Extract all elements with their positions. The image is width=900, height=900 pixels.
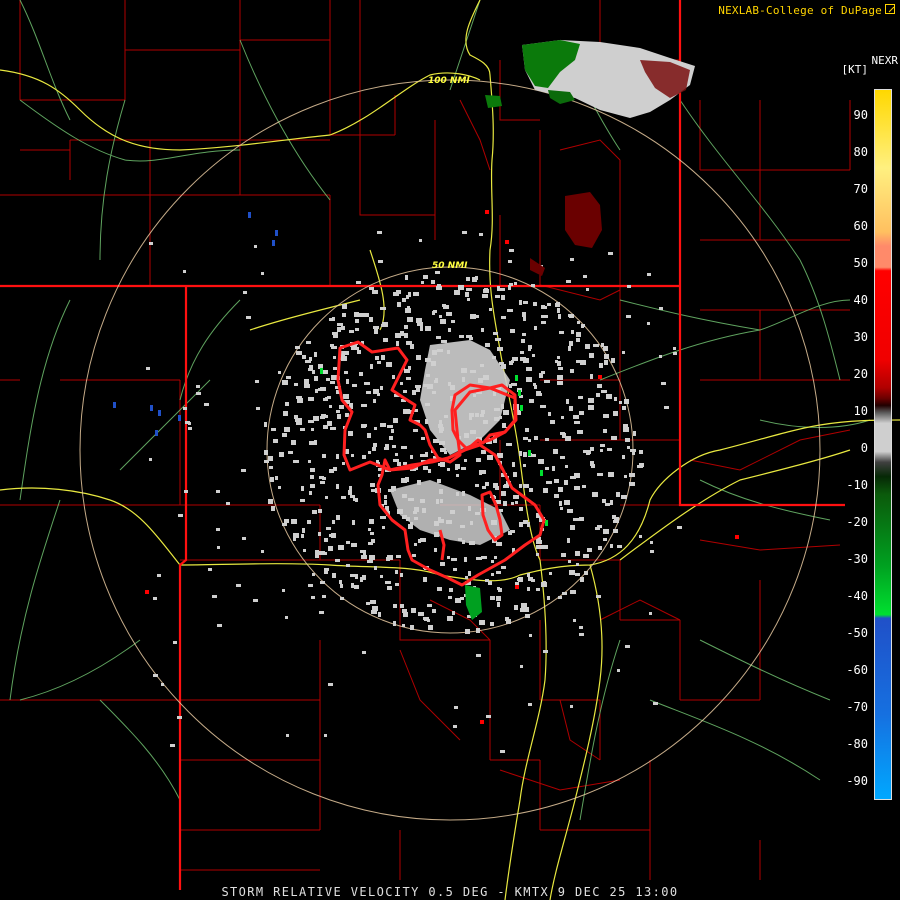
credit-label: NEXLAB-College of DuPage xyxy=(718,4,882,17)
velocity-colorbar xyxy=(874,89,892,800)
units-label: [KT] xyxy=(841,63,869,76)
radar-map: 100 NMI 50 NMI xyxy=(0,0,900,900)
state-boundaries xyxy=(0,0,845,890)
product-code: NEXR xyxy=(871,54,899,67)
colorbar-tick--50: -50 xyxy=(846,626,868,640)
colorbar-tick--60: -60 xyxy=(846,663,868,677)
colorbar-tick--70: -70 xyxy=(846,700,868,714)
colorbar-tick-0: 0 xyxy=(860,441,868,455)
colorbar-tick-40: 40 xyxy=(853,293,868,307)
colorbar-tick--90: -90 xyxy=(846,774,868,788)
colorbar-tick-50: 50 xyxy=(853,256,868,270)
external-link-icon[interactable] xyxy=(885,4,895,14)
colorbar-tick--20: -20 xyxy=(846,515,868,529)
colorbar-tick-20: 20 xyxy=(853,367,868,381)
colorbar-tick-10: 10 xyxy=(853,404,868,418)
colorbar-tick-90: 90 xyxy=(853,108,868,122)
colorbar-tick-80: 80 xyxy=(853,145,868,159)
colorbar-tick-30: 30 xyxy=(853,330,868,344)
range-ring-label-50: 50 NMI xyxy=(432,261,468,271)
colorbar-tick--30: -30 xyxy=(846,552,868,566)
colorbar-tick--10: -10 xyxy=(846,478,868,492)
range-ring-label-100: 100 NMI xyxy=(428,76,470,86)
colorbar-tick-70: 70 xyxy=(853,182,868,196)
product-title: STORM RELATIVE VELOCITY 0.5 DEG - KMTX 9… xyxy=(221,885,679,899)
colorbar-tick--80: -80 xyxy=(846,737,868,751)
colorbar-tick-60: 60 xyxy=(853,219,868,233)
radar-echo-areas xyxy=(390,40,695,620)
colorbar-tick--40: -40 xyxy=(846,589,868,603)
